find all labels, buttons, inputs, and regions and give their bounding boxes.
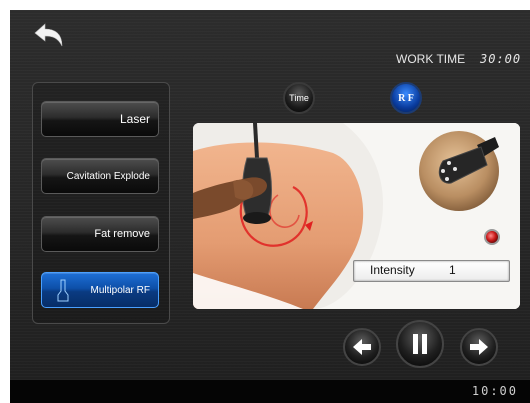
back-button[interactable]: [32, 22, 66, 50]
intensity-display[interactable]: Intensity 1: [353, 260, 510, 282]
status-led: [484, 229, 500, 245]
work-time-value: 30:00: [480, 52, 522, 66]
back-arrow-icon: [34, 23, 63, 47]
right-arrow-icon: [470, 339, 488, 355]
treatment-illustration-panel: Intensity 1: [193, 123, 520, 309]
left-arrow-icon: [353, 339, 371, 355]
rf-button-label: R F: [398, 92, 414, 104]
work-time-label: WORK TIME: [396, 52, 466, 66]
fat-remove-button-label: Fat remove: [94, 228, 150, 240]
laser-button[interactable]: Laser: [41, 101, 159, 137]
cavitation-explode-button-label: Cavitation Explode: [66, 170, 150, 182]
fat-remove-button[interactable]: Fat remove: [41, 216, 159, 252]
treatment-menu: Laser Cavitation Explode Fat remove Mult…: [32, 82, 170, 324]
device-screen: WORK TIME 30:00 Laser Cavitation Explode…: [10, 10, 530, 403]
status-bar: 10:00: [10, 380, 530, 403]
time-button-label: Time: [289, 93, 309, 103]
multipolar-rf-button-label: Multipolar RF: [90, 284, 150, 296]
pause-icon: [413, 334, 427, 354]
laser-button-label: Laser: [119, 112, 150, 126]
multipolar-rf-button[interactable]: Multipolar RF: [41, 272, 159, 308]
intensity-value: 1: [449, 263, 456, 277]
time-button[interactable]: Time: [283, 82, 315, 114]
clock: 10:00: [471, 384, 518, 398]
cavitation-explode-button[interactable]: Cavitation Explode: [41, 158, 159, 194]
rf-button[interactable]: R F: [390, 82, 422, 114]
next-button[interactable]: [460, 328, 498, 366]
previous-button[interactable]: [343, 328, 381, 366]
intensity-label: Intensity: [370, 263, 415, 277]
rf-handpiece-icon: [57, 279, 69, 302]
pause-button[interactable]: [396, 320, 444, 368]
